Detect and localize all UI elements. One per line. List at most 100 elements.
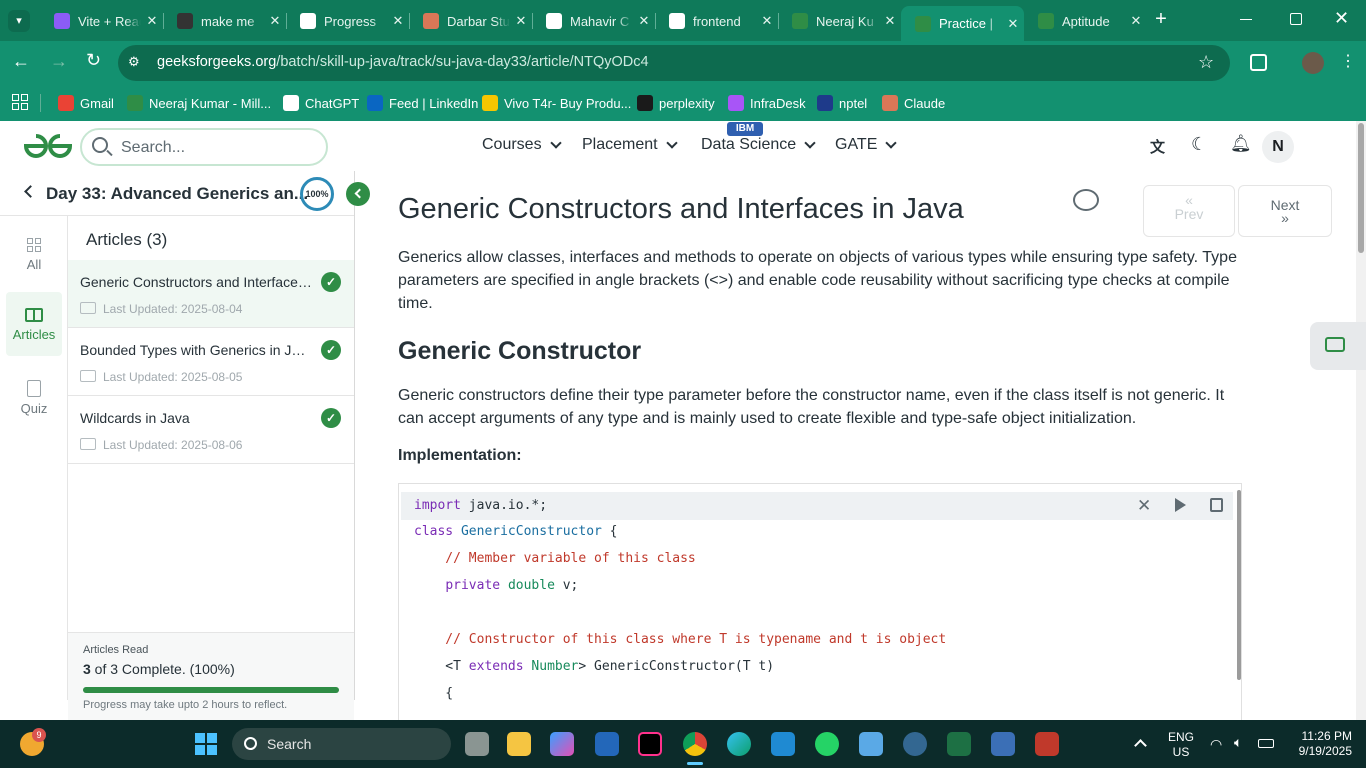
browser-tab[interactable]: Darbar Studio✕: [409, 7, 532, 35]
task-view-icon[interactable]: [465, 732, 489, 756]
close-tab-icon[interactable]: ✕: [756, 13, 778, 29]
chrome-icon[interactable]: [683, 732, 707, 756]
close-tab-icon[interactable]: ✕: [633, 13, 655, 29]
copy-code-icon[interactable]: [1210, 498, 1223, 512]
close-tab-icon[interactable]: ✕: [387, 13, 409, 29]
close-tab-icon[interactable]: ✕: [1002, 16, 1024, 32]
rail-item-articles[interactable]: Articles: [6, 292, 62, 356]
bookmark-item[interactable]: nptel: [817, 93, 867, 113]
run-code-icon[interactable]: [1175, 498, 1186, 512]
edge-icon[interactable]: [727, 732, 751, 756]
apps-grid-icon[interactable]: [12, 94, 28, 110]
notification-bell-icon[interactable]: 🔔︎: [1230, 134, 1252, 154]
browser-tab[interactable]: Mahavir C ✕: [532, 7, 655, 35]
site-info-icon[interactable]: ⚙: [128, 54, 146, 72]
back-chevron-icon[interactable]: [24, 185, 37, 198]
address-bar[interactable]: ⚙ geeksforgeeks.org/batch/skill-up-java/…: [118, 45, 1230, 81]
nav-gate[interactable]: GATE: [835, 136, 898, 154]
bookmark-item[interactable]: perplexity: [637, 93, 715, 113]
language-indicator[interactable]: ENG US: [1168, 730, 1194, 760]
windows-start-icon[interactable]: [195, 733, 217, 755]
prev-button[interactable]: « Prev: [1143, 185, 1235, 237]
clock[interactable]: 11:26 PM 9/19/2025: [1286, 729, 1352, 759]
back-icon[interactable]: ←: [12, 51, 30, 72]
bookmark-item[interactable]: Feed | LinkedIn: [367, 93, 478, 113]
new-tab-button[interactable]: +: [1150, 8, 1172, 30]
search-input[interactable]: Search...: [121, 139, 185, 157]
browser-tab[interactable]: Practice | ✕: [901, 6, 1024, 41]
vscode-icon[interactable]: [771, 732, 795, 756]
chevron-up-icon[interactable]: [1134, 739, 1147, 752]
close-window-button[interactable]: ✕: [1334, 8, 1349, 29]
translate-icon[interactable]: 文: [1150, 136, 1165, 157]
nav-data-science[interactable]: Data Science: [701, 136, 816, 154]
dark-mode-icon[interactable]: ☾: [1191, 134, 1207, 155]
file-explorer-icon[interactable]: [507, 732, 531, 756]
article-item[interactable]: Wildcards in Java Last Updated: 2025-08-…: [68, 396, 354, 464]
double-chevron-right-icon: »: [1281, 210, 1289, 226]
excel-icon[interactable]: [947, 732, 971, 756]
close-tab-icon[interactable]: ✕: [510, 13, 532, 29]
nav-placement[interactable]: Placement: [582, 136, 678, 154]
bookmark-item[interactable]: Vivo T4r- Buy Produ...: [482, 93, 631, 113]
bookmark-item[interactable]: Claude: [882, 93, 945, 113]
search-box[interactable]: Search...: [80, 128, 328, 166]
bookmark-item[interactable]: Gmail: [58, 93, 114, 113]
bookmark-item[interactable]: Neeraj Kumar - Mill...: [127, 93, 271, 113]
article-item[interactable]: Bounded Types with Generics in Java Last…: [68, 328, 354, 396]
forward-icon[interactable]: →: [50, 51, 68, 72]
rail-item-all[interactable]: All: [6, 226, 62, 286]
battery-icon[interactable]: [1258, 739, 1274, 748]
close-tab-icon[interactable]: ✕: [879, 13, 901, 29]
remote-desktop-icon[interactable]: [1035, 732, 1059, 756]
rail-item-quiz[interactable]: Quiz: [6, 366, 62, 426]
intellij-icon[interactable]: [638, 732, 662, 756]
article-title: Bounded Types with Generics in Java: [80, 342, 312, 358]
copilot-icon[interactable]: [550, 732, 574, 756]
tab-label: Darbar Studio: [447, 13, 510, 29]
wifi-icon[interactable]: ◠: [1210, 736, 1222, 753]
browser-tab[interactable]: make me ✕: [163, 7, 286, 35]
extensions-icon[interactable]: [1250, 54, 1267, 71]
user-avatar[interactable]: N: [1262, 131, 1294, 163]
minimize-button[interactable]: [1240, 19, 1252, 20]
bookmark-star-icon[interactable]: ☆: [1198, 52, 1214, 73]
browser-tab[interactable]: Aptitude ✕: [1024, 7, 1147, 35]
snipping-icon[interactable]: [595, 732, 619, 756]
postgres-icon[interactable]: [903, 732, 927, 756]
browser-tab[interactable]: Vite + React✕: [40, 7, 163, 35]
browser-menu-icon[interactable]: ⋮: [1340, 51, 1356, 71]
app-icon: [177, 13, 193, 29]
browser-tab[interactable]: Progress ✕: [286, 7, 409, 35]
next-button[interactable]: Next »: [1238, 185, 1332, 237]
bookmark-item[interactable]: InfraDesk: [728, 93, 806, 113]
browser-tab[interactable]: frontend ✕: [655, 7, 778, 35]
close-tab-icon[interactable]: ✕: [141, 13, 163, 29]
prev-label: Prev: [1174, 206, 1204, 222]
chat-float-button[interactable]: [1310, 322, 1366, 370]
article-title: Wildcards in Java: [80, 410, 190, 426]
notepad-icon[interactable]: [859, 732, 883, 756]
article-date: Last Updated: 2025-08-04: [103, 302, 243, 316]
tab-search-button[interactable]: ▾: [8, 10, 30, 32]
volume-icon[interactable]: 🔈︎: [1234, 734, 1242, 751]
profile-avatar[interactable]: [1302, 52, 1324, 74]
network-tool-icon[interactable]: [991, 732, 1015, 756]
comment-icon[interactable]: [1073, 189, 1099, 211]
maximize-button[interactable]: [1290, 13, 1302, 25]
claude-icon: [423, 13, 439, 29]
nav-courses[interactable]: Courses: [482, 136, 562, 154]
bookmark-item[interactable]: ChatGPT: [283, 93, 359, 113]
code-scrollbar[interactable]: [1237, 490, 1241, 680]
browser-tab[interactable]: Neeraj Ku ✕: [778, 7, 901, 35]
close-tab-icon[interactable]: ✕: [264, 13, 286, 29]
reload-icon[interactable]: ↻: [86, 50, 101, 71]
close-tab-icon[interactable]: ✕: [1125, 13, 1147, 29]
page-scrollbar[interactable]: [1356, 121, 1366, 720]
close-code-icon[interactable]: ✕: [1137, 496, 1151, 516]
taskbar-search[interactable]: Search: [232, 728, 451, 760]
whatsapp-icon[interactable]: [815, 732, 839, 756]
gfg-logo[interactable]: [22, 132, 74, 160]
collapse-sidebar-button[interactable]: [346, 182, 370, 206]
article-item[interactable]: Generic Constructors and Interfaces in J…: [68, 260, 354, 328]
